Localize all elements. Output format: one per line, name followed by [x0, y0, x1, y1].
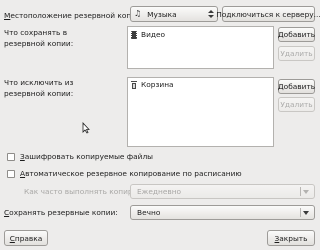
retention-combo[interactable]: Вечно: [130, 205, 315, 220]
encrypt-label[interactable]: Зашифровать копируемые файлы: [20, 151, 153, 162]
include-label: Что сохранять в резервной копии:: [4, 28, 74, 48]
combo-spin-icon: [205, 7, 217, 21]
close-button[interactable]: Закрыть: [267, 230, 315, 246]
help-button[interactable]: Справка: [4, 230, 48, 246]
include-add-button[interactable]: Добавить: [278, 27, 315, 42]
exclude-add-button[interactable]: Добавить: [278, 79, 315, 94]
include-list[interactable]: Видео: [127, 26, 274, 69]
location-value: Музыка: [147, 9, 177, 19]
music-note-icon: ♫: [134, 9, 142, 18]
retention-label: Сохранять резервные копии:: [4, 208, 118, 217]
exclude-label: Что исключить из резервной копии:: [4, 78, 74, 98]
list-item[interactable]: Видео: [128, 29, 273, 40]
connect-to-server-button[interactable]: Подключиться к серверу...: [216, 6, 320, 22]
exclude-list[interactable]: Корзина: [127, 77, 274, 147]
retention-value: Вечно: [137, 208, 161, 217]
encrypt-checkbox[interactable]: [7, 153, 15, 161]
frequency-combo[interactable]: Ежедневно: [130, 184, 315, 199]
include-remove-button[interactable]: Удалить: [278, 46, 315, 61]
chevron-down-icon: [303, 189, 309, 194]
schedule-label[interactable]: Автоматическое резервное копирование по …: [20, 168, 242, 179]
frequency-value: Ежедневно: [137, 187, 182, 196]
list-item[interactable]: Корзина: [128, 79, 273, 90]
location-combo[interactable]: ♫ Музыка: [130, 6, 218, 22]
mouse-pointer-icon: [82, 122, 90, 134]
trash-icon: [131, 80, 137, 89]
location-label: Местоположение резервной копии:: [4, 11, 144, 20]
schedule-checkbox[interactable]: [7, 170, 15, 178]
chevron-down-icon: [303, 210, 309, 215]
exclude-remove-button[interactable]: Удалить: [278, 97, 315, 112]
video-folder-icon: [131, 30, 137, 39]
